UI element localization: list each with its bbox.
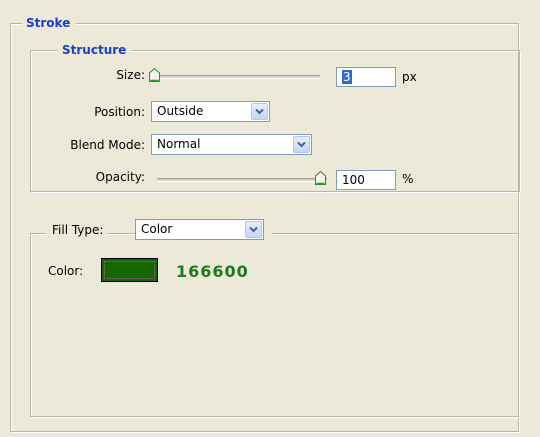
position-dropdown-value: Outside	[157, 104, 204, 118]
size-slider-thumb[interactable]	[149, 67, 160, 82]
fill-type-dropdown[interactable]: Color	[135, 219, 264, 240]
color-swatch-inner	[104, 261, 155, 279]
position-label: Position:	[94, 105, 145, 119]
opacity-input[interactable]: 100	[336, 170, 396, 190]
blend-mode-dropdown-button[interactable]	[293, 136, 310, 153]
size-input[interactable]: 3	[336, 67, 396, 87]
chevron-down-icon	[297, 141, 306, 148]
color-label: Color:	[48, 264, 84, 278]
chevron-down-icon	[255, 108, 264, 115]
fill-type-label: Fill Type:	[46, 221, 108, 239]
fill-legend-gap	[264, 226, 272, 238]
chevron-down-icon	[249, 226, 258, 233]
position-dropdown[interactable]: Outside	[151, 101, 270, 122]
blend-mode-dropdown[interactable]: Normal	[151, 134, 312, 155]
blend-mode-label: Blend Mode:	[70, 138, 145, 152]
color-swatch[interactable]	[101, 258, 158, 282]
position-dropdown-button[interactable]	[251, 103, 268, 120]
size-label: Size:	[116, 68, 145, 82]
size-slider-track[interactable]	[155, 75, 320, 79]
size-unit: px	[402, 70, 417, 84]
size-input-value: 3	[342, 70, 352, 84]
fill-type-dropdown-value: Color	[141, 222, 173, 236]
opacity-input-value: 100	[342, 173, 365, 187]
opacity-label: Opacity:	[95, 170, 145, 184]
color-hex-value: 166600	[176, 262, 249, 281]
slider-thumb-icon	[149, 67, 160, 82]
opacity-unit: %	[402, 172, 414, 186]
stroke-title: Stroke	[22, 15, 77, 31]
structure-title: Structure	[58, 42, 133, 58]
opacity-slider-thumb[interactable]	[315, 170, 326, 185]
slider-thumb-icon	[315, 170, 326, 185]
opacity-slider-track[interactable]	[157, 178, 327, 182]
blend-mode-dropdown-value: Normal	[157, 137, 201, 151]
fill-type-dropdown-button[interactable]	[245, 221, 262, 238]
